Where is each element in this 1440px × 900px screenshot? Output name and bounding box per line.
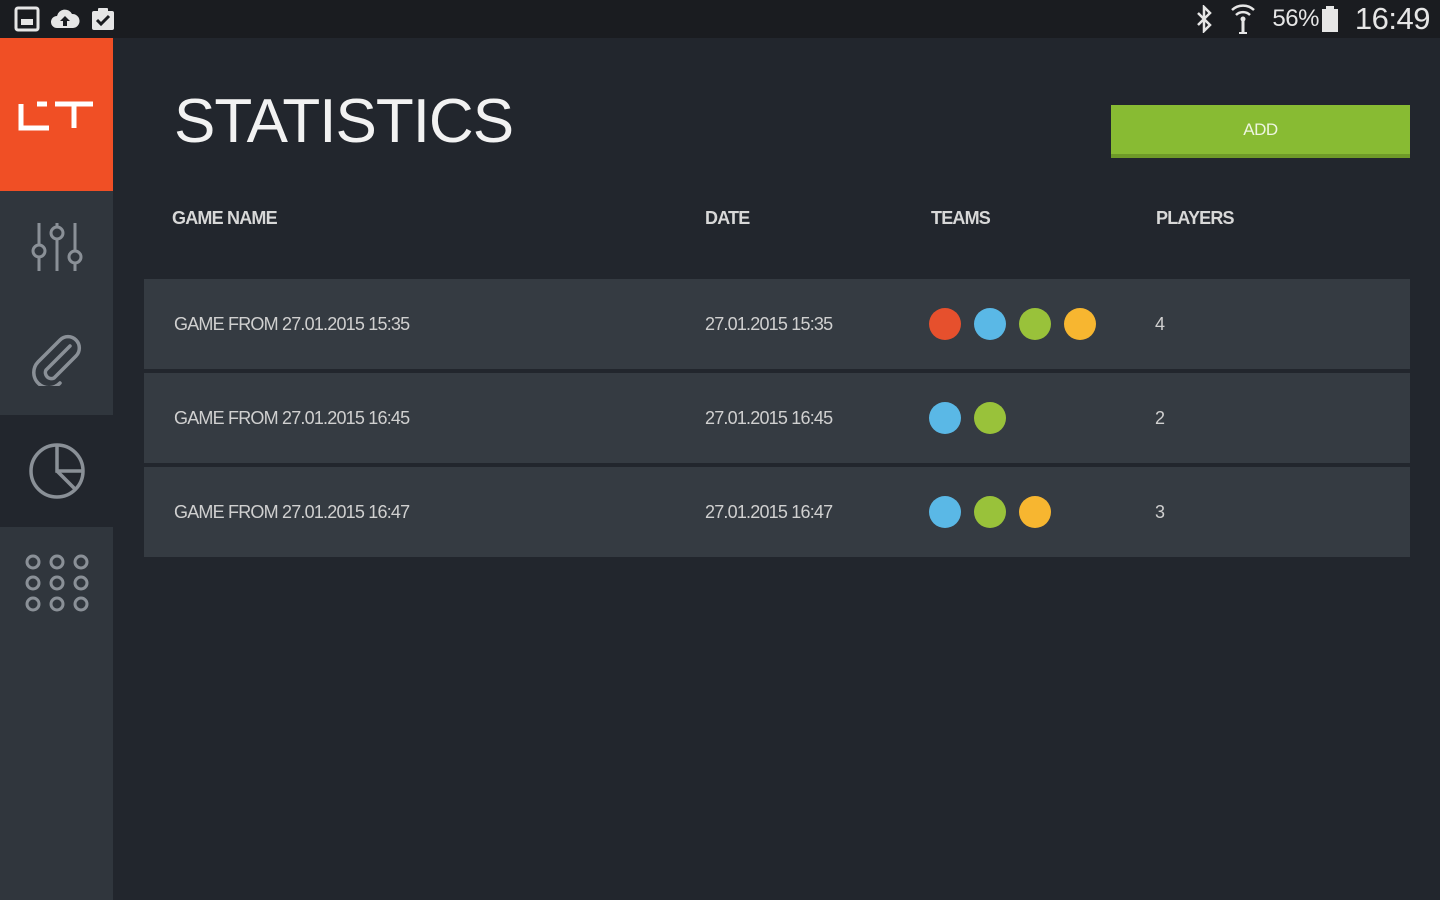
clock: 16:49: [1354, 1, 1431, 36]
app-logo[interactable]: [0, 38, 113, 191]
table-row[interactable]: GAME FROM 27.01.2015 16:45 27.01.2015 16…: [144, 373, 1410, 463]
game-date-cell: 27.01.2015 16:47: [705, 501, 833, 522]
team-dot-blue: [929, 496, 961, 528]
table-row[interactable]: GAME FROM 27.01.2015 16:47 27.01.2015 16…: [144, 467, 1410, 557]
sliders-icon: [31, 223, 82, 271]
team-dot-yellow: [1019, 496, 1051, 528]
cloud-upload-icon: [51, 9, 80, 28]
lt-logo-icon: [18, 101, 93, 130]
wifi-signal-icon: [1231, 4, 1256, 34]
teams-cell: [929, 467, 1051, 557]
gallery-notification-icon: [14, 6, 40, 32]
game-date-cell: 27.01.2015 15:35: [705, 313, 833, 334]
teams-cell: [929, 373, 1006, 463]
games-table: GAME FROM 27.01.2015 15:35 27.01.2015 15…: [144, 279, 1410, 561]
main-content: STATISTICS ADD GAME NAME DATE TEAMS PLAY…: [113, 38, 1440, 900]
bluetooth-icon: [1197, 5, 1213, 33]
sidebar-item-settings[interactable]: [0, 191, 113, 303]
players-count-cell: 2: [1155, 407, 1165, 428]
column-header-teams[interactable]: TEAMS: [931, 208, 991, 229]
team-dot-red: [929, 308, 961, 340]
team-dot-yellow: [1064, 308, 1096, 340]
team-dot-green: [974, 496, 1006, 528]
game-date-cell: 27.01.2015 16:45: [705, 407, 833, 428]
add-button[interactable]: ADD: [1111, 105, 1410, 158]
page-title: STATISTICS: [174, 87, 514, 156]
battery-icon: [1321, 6, 1338, 32]
game-name-cell: GAME FROM 27.01.2015 15:35: [174, 313, 410, 334]
players-count-cell: 4: [1155, 313, 1165, 334]
status-bar: 56% 16:49: [0, 0, 1440, 38]
column-header-players[interactable]: PLAYERS: [1156, 208, 1235, 229]
team-dot-green: [974, 402, 1006, 434]
notification-icons: [0, 6, 116, 32]
team-dot-blue: [929, 402, 961, 434]
teams-cell: [929, 279, 1096, 369]
battery-percentage: 56%: [1272, 5, 1319, 32]
grid-icon: [25, 554, 88, 612]
team-dot-blue: [974, 308, 1006, 340]
pie-chart-icon: [28, 443, 85, 499]
column-header-date[interactable]: DATE: [705, 208, 750, 229]
sidebar-item-apps[interactable]: [0, 527, 113, 639]
table-row[interactable]: GAME FROM 27.01.2015 15:35 27.01.2015 15…: [144, 279, 1410, 369]
game-name-cell: GAME FROM 27.01.2015 16:45: [174, 407, 410, 428]
paperclip-icon: [31, 334, 81, 386]
clipboard-check-icon: [92, 8, 114, 30]
sidebar-item-attachments[interactable]: [0, 303, 113, 415]
team-dot-green: [1019, 308, 1051, 340]
sidebar-item-statistics[interactable]: [0, 415, 113, 527]
column-header-game-name[interactable]: GAME NAME: [172, 208, 278, 229]
sidebar: [0, 38, 113, 900]
system-status: 56% 16:49: [1194, 1, 1440, 37]
game-name-cell: GAME FROM 27.01.2015 16:47: [174, 501, 410, 522]
players-count-cell: 3: [1155, 501, 1165, 522]
